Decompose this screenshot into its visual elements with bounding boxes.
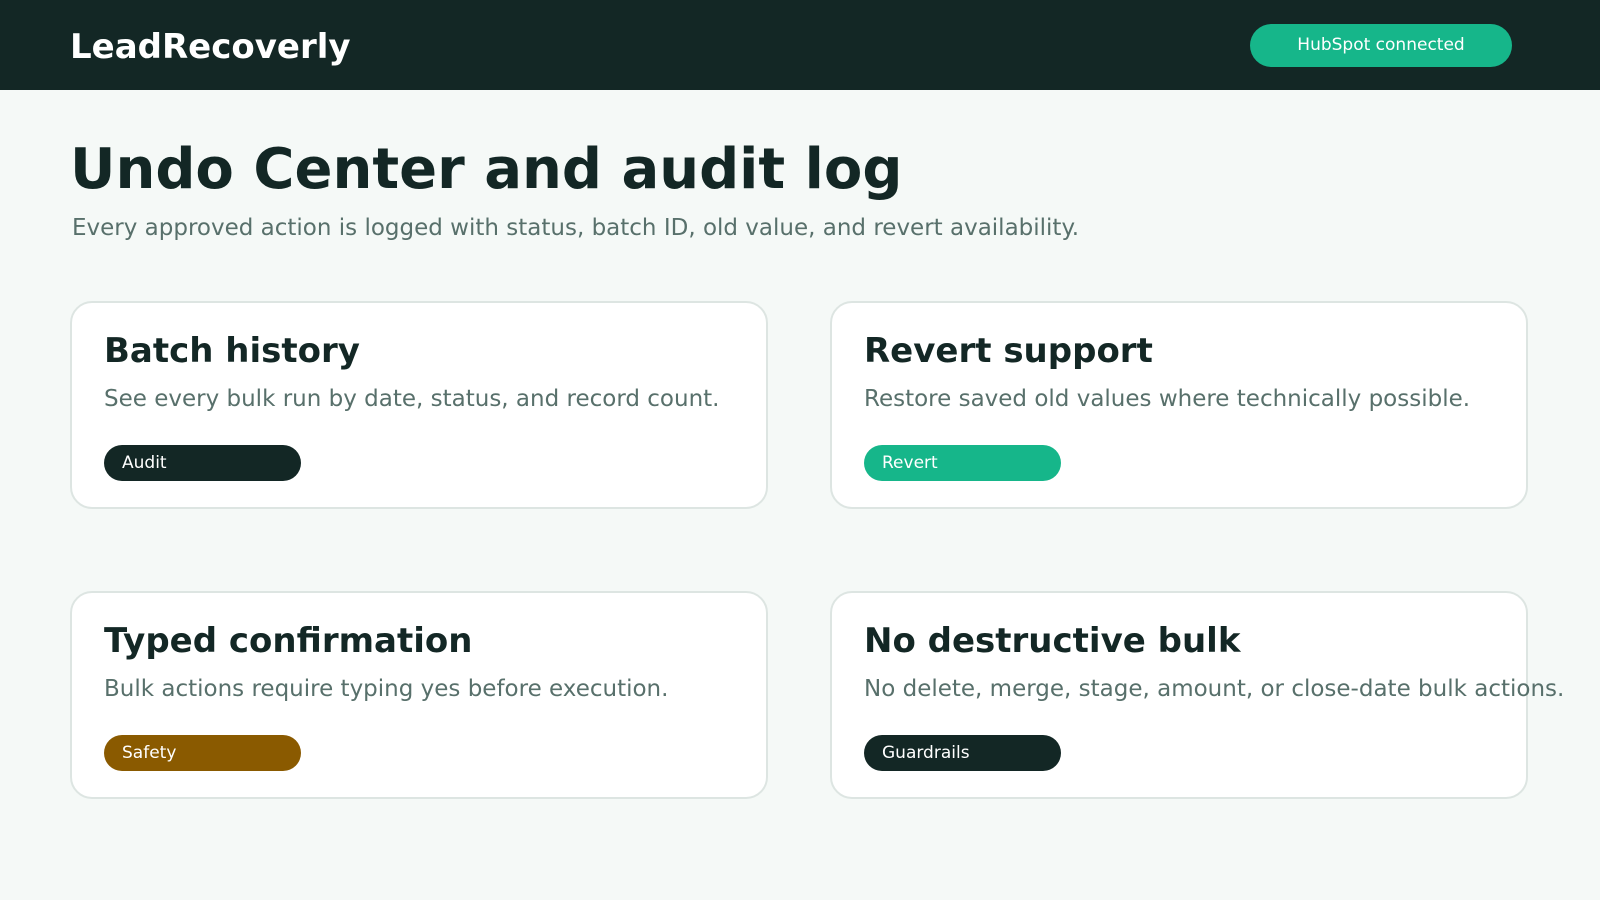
card-revert-support: Revert support Restore saved old values …	[830, 301, 1528, 509]
card-typed-confirmation: Typed confirmation Bulk actions require …	[70, 591, 768, 799]
card-title: Revert support	[864, 331, 1153, 371]
hubspot-connection-badge[interactable]: HubSpot connected	[1250, 24, 1512, 67]
card-description: See every bulk run by date, status, and …	[104, 386, 720, 412]
page-subtitle: Every approved action is logged with sta…	[72, 215, 1080, 241]
card-title: Typed confirmation	[104, 621, 473, 661]
card-batch-history: Batch history See every bulk run by date…	[70, 301, 768, 509]
card-description: Bulk actions require typing yes before e…	[104, 676, 669, 702]
safety-tag: Safety	[104, 735, 301, 771]
card-title: Batch history	[104, 331, 360, 371]
page-title: Undo Center and audit log	[70, 137, 903, 202]
card-title: No destructive bulk	[864, 621, 1241, 661]
brand-logo[interactable]: LeadRecoverly	[70, 27, 351, 67]
card-description: Restore saved old values where technical…	[864, 386, 1471, 412]
top-bar: LeadRecoverly HubSpot connected	[0, 0, 1600, 90]
revert-tag: Revert	[864, 445, 1061, 481]
card-description: No delete, merge, stage, amount, or clos…	[864, 676, 1565, 702]
card-no-destructive-bulk: No destructive bulk No delete, merge, st…	[830, 591, 1564, 799]
guardrails-tag: Guardrails	[864, 735, 1061, 771]
audit-tag: Audit	[104, 445, 301, 481]
